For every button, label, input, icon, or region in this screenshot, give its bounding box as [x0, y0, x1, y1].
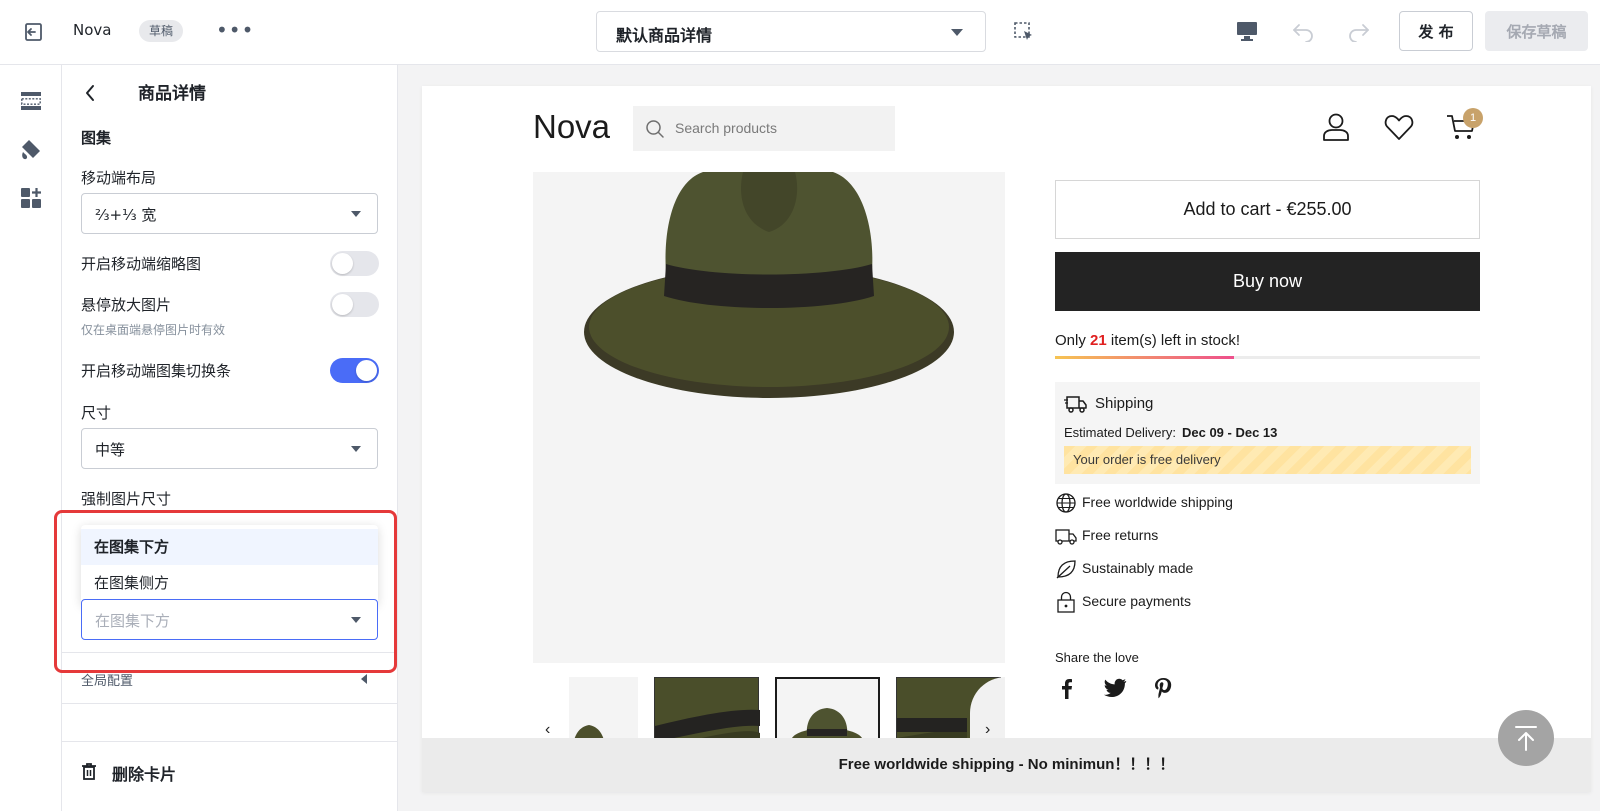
user-icon[interactable] [1321, 112, 1351, 142]
shipping-title: Shipping [1095, 395, 1154, 412]
estimated-dates: Dec 09 - Dec 13 [1181, 425, 1278, 440]
mobile-thumbs-toggle[interactable] [330, 251, 379, 276]
buy-now-button[interactable]: Buy now [1055, 252, 1480, 311]
size-value: 中等 [95, 441, 126, 459]
facebook-icon[interactable] [1055, 676, 1079, 700]
delete-card-button[interactable]: 删除卡片 [112, 761, 176, 785]
exit-icon[interactable] [22, 21, 44, 43]
feature-label: Free returns [1082, 527, 1159, 543]
caret-down-icon [351, 446, 361, 452]
mobile-thumbs-label: 开启移动端缩略图 [81, 255, 202, 273]
top-bar: Nova 草稿 ••• 默认商品详情 发 布 保存草稿 [0, 0, 1600, 65]
share-label: Share the love [1055, 650, 1139, 665]
left-rail [0, 65, 62, 811]
add-widget-icon[interactable] [19, 186, 43, 210]
back-to-top-button[interactable] [1498, 710, 1554, 766]
mobile-layout-value: ⅔+⅓ 宽 [95, 206, 157, 224]
hover-zoom-hint: 仅在桌面端悬停图片时有效 [81, 323, 226, 337]
trash-icon[interactable] [81, 762, 97, 780]
twitter-icon[interactable] [1103, 676, 1127, 700]
search-icon [646, 120, 664, 138]
add-to-cart-button[interactable]: Add to cart - €255.00 [1055, 180, 1480, 239]
undo-icon[interactable] [1291, 20, 1315, 42]
delivery-truck-icon [1064, 396, 1087, 413]
stock-progress-bar [1055, 356, 1480, 359]
heart-icon[interactable] [1384, 113, 1414, 141]
leaf-icon [1056, 560, 1076, 579]
desktop-icon[interactable] [1235, 20, 1259, 42]
mobile-layout-label: 移动端布局 [81, 169, 157, 187]
caret-left-icon[interactable] [361, 674, 367, 684]
toggle-knob [332, 294, 353, 315]
mobile-layout-select[interactable]: ⅔+⅓ 宽 [81, 193, 378, 234]
caret-down-icon [951, 29, 963, 36]
toggle-knob [332, 253, 353, 274]
toggle-knob [356, 360, 377, 381]
hat-image [584, 172, 954, 398]
panel-title: 商品详情 [138, 84, 206, 104]
back-chevron-icon[interactable] [82, 83, 98, 103]
save-draft-button[interactable]: 保存草稿 [1485, 11, 1588, 51]
mobile-switcher-label: 开启移动端图集切换条 [81, 362, 232, 380]
chevron-right-icon: › [985, 721, 991, 738]
product-main-image[interactable] [533, 172, 1005, 663]
hover-zoom-toggle[interactable] [330, 292, 379, 317]
feature-label: Secure payments [1082, 593, 1191, 609]
truck-icon [1055, 529, 1077, 545]
globe-icon [1056, 493, 1076, 513]
stock-count: 21 [1090, 332, 1107, 349]
shipping-box: Shipping Estimated Delivery: Dec 09 - Dec… [1055, 382, 1480, 484]
pinterest-icon[interactable] [1151, 676, 1175, 700]
lock-icon [1057, 591, 1075, 613]
divider [62, 741, 398, 742]
chevron-left-icon: ‹ [545, 721, 551, 738]
template-select-value: 默认商品详情 [616, 26, 713, 45]
cart-count-badge: 1 [1463, 108, 1483, 128]
free-delivery-note: Your order is free delivery [1064, 446, 1471, 474]
hover-zoom-label: 悬停放大图片 [81, 296, 172, 314]
stock-progress-fill [1055, 356, 1234, 359]
divider [62, 703, 398, 704]
highlight-box [54, 510, 397, 673]
more-options-icon[interactable]: ••• [216, 18, 254, 42]
feature-label: Sustainably made [1082, 560, 1194, 576]
store-logo[interactable]: Nova [533, 108, 610, 146]
element-picker-icon[interactable] [1013, 21, 1035, 43]
arrow-up-icon [1515, 726, 1537, 751]
estimated-delivery: Estimated Delivery: Dec 09 - Dec 13 [1064, 425, 1277, 440]
search-input[interactable]: Search products [633, 106, 895, 151]
announcement-bar: Free worldwide shipping - No minimun！！！！ [422, 738, 1591, 792]
caret-down-icon [351, 211, 361, 217]
store-preview: Nova Search products 1 ‹ › Add to cart -… [422, 86, 1591, 792]
stock-message: Only 21 item(s) left in stock! [1055, 332, 1240, 349]
section-heading: 图集 [81, 129, 112, 147]
template-select[interactable]: 默认商品详情 [596, 11, 986, 52]
size-select[interactable]: 中等 [81, 428, 378, 469]
redo-icon[interactable] [1347, 20, 1371, 42]
sections-icon[interactable] [19, 89, 43, 113]
store-name: Nova [73, 21, 112, 39]
estimated-label: Estimated Delivery: [1064, 425, 1176, 440]
settings-panel: 商品详情 图集 移动端布局 ⅔+⅓ 宽 开启移动端缩略图 悬停放大图片 仅在桌面… [62, 65, 398, 811]
stock-prefix: Only [1055, 332, 1091, 349]
size-label: 尺寸 [81, 404, 112, 422]
force-size-label: 强制图片尺寸 [81, 490, 172, 508]
feature-label: Free worldwide shipping [1082, 494, 1233, 510]
mobile-switcher-toggle[interactable] [330, 358, 379, 383]
status-badge: 草稿 [139, 20, 184, 42]
search-placeholder: Search products [675, 120, 777, 136]
stock-suffix: item(s) left in stock! [1106, 332, 1241, 349]
publish-button[interactable]: 发 布 [1399, 11, 1473, 51]
theme-brush-icon[interactable] [19, 138, 43, 162]
